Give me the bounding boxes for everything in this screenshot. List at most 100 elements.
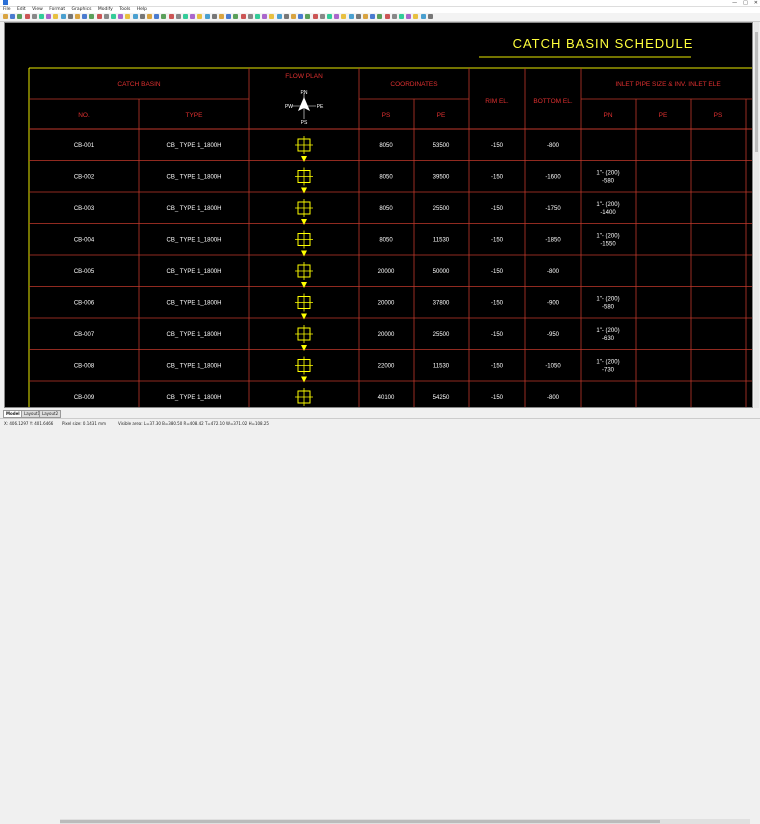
toolbar-tool-icon[interactable]: [24, 14, 30, 19]
cell-pe: 11530: [433, 237, 450, 243]
toolbar-tool-icon[interactable]: [211, 14, 217, 19]
toolbar-tool-icon[interactable]: [247, 14, 253, 19]
toolbar-tool-icon[interactable]: [420, 14, 426, 19]
toolbar-tool-icon[interactable]: [413, 14, 419, 19]
toolbar-tool-icon[interactable]: [190, 14, 196, 19]
toolbar-tool-icon[interactable]: [111, 14, 116, 19]
cell-no: CB-006: [74, 300, 95, 306]
minimize-button[interactable]: —: [732, 0, 737, 6]
toolbar-tool-icon[interactable]: [327, 14, 332, 19]
toolbar-tool-icon[interactable]: [89, 14, 95, 19]
cell-pe: 11530: [433, 363, 450, 369]
cell-pn-inv: -1550: [600, 241, 616, 247]
toolbar-tool-icon[interactable]: [125, 14, 131, 19]
toolbar-tool-icon[interactable]: [17, 14, 23, 19]
cell-no: CB-008: [74, 363, 95, 369]
toolbar-tool-icon[interactable]: [334, 14, 340, 19]
toolbar-tool-icon[interactable]: [312, 14, 318, 19]
toolbar-tool-icon[interactable]: [46, 14, 52, 19]
toolbar-tool-icon[interactable]: [399, 14, 404, 19]
cell-rim-el: -150: [491, 143, 504, 149]
toolbar-tool-icon[interactable]: [39, 14, 44, 19]
cell-no: CB-007: [74, 332, 95, 338]
toolbar-tool-icon[interactable]: [197, 14, 203, 19]
toolbar-tool-icon[interactable]: [183, 14, 188, 19]
toolbar-tool-icon[interactable]: [319, 14, 325, 19]
cell-rim-el: -150: [491, 269, 504, 275]
toolbar-tool-icon[interactable]: [305, 14, 311, 19]
toolbar-tool-icon[interactable]: [132, 14, 138, 19]
toolbar-tool-icon[interactable]: [168, 14, 174, 19]
cell-type: CB_ TYPE 1_1800H: [167, 174, 222, 180]
cell-rim-el: -150: [491, 300, 504, 306]
toolbar-tool-icon[interactable]: [240, 14, 246, 19]
toolbar-tool-icon[interactable]: [377, 14, 383, 19]
toolbar-tool-icon[interactable]: [60, 14, 66, 19]
toolbar-tool-icon[interactable]: [406, 14, 412, 19]
toolbar-tool-icon[interactable]: [219, 14, 224, 19]
cell-pn-size: 1"- (200): [596, 328, 619, 334]
toolbar-tool-icon[interactable]: [384, 14, 390, 19]
maximize-button[interactable]: □: [743, 0, 748, 6]
toolbar-tool-icon[interactable]: [226, 14, 232, 19]
toolbar-tool-icon[interactable]: [276, 14, 282, 19]
toolbar-tool-icon[interactable]: [348, 14, 354, 19]
toolbar-tool-icon[interactable]: [53, 14, 59, 19]
compass-w: PW: [285, 104, 293, 110]
toolbar-tool-icon[interactable]: [269, 14, 275, 19]
scrollbar-thumb[interactable]: [60, 820, 660, 823]
scrollbar-thumb[interactable]: [755, 32, 758, 152]
toolbar-tool-icon[interactable]: [298, 14, 304, 19]
cell-rim-el: -150: [491, 206, 504, 212]
toolbar-tool-icon[interactable]: [10, 14, 16, 19]
toolbar-tool-icon[interactable]: [255, 14, 260, 19]
toolbar-tool-icon[interactable]: [139, 14, 145, 19]
toolbar-tool-icon[interactable]: [291, 14, 296, 19]
cell-pe: 25500: [433, 332, 450, 338]
tab-model[interactable]: Model: [3, 410, 23, 418]
schedule-rows: CB-001 CB_ TYPE 1_1800H 8050 53500 -150 -800 C…: [29, 136, 752, 406]
schedule-title: CATCH BASIN SCHEDULE: [513, 36, 694, 51]
vertical-scrollbar[interactable]: [754, 22, 759, 408]
toolbar-tool-icon[interactable]: [370, 14, 376, 19]
toolbar-tool-icon[interactable]: [262, 14, 268, 19]
toolbar-tool-icon[interactable]: [204, 14, 210, 19]
catch-basin-symbol-icon: [295, 325, 313, 351]
cell-pn-size: 1"- (200): [596, 233, 619, 239]
toolbar-tool-icon[interactable]: [175, 14, 181, 19]
header-rim-el: RIM EL.: [485, 98, 509, 105]
toolbar-tool-icon[interactable]: [161, 14, 167, 19]
toolbar-tool-icon[interactable]: [233, 14, 239, 19]
tab-layout2[interactable]: Layout2: [39, 410, 62, 418]
toolbar-tool-icon[interactable]: [363, 14, 368, 19]
toolbar-tool-icon[interactable]: [96, 14, 102, 19]
cell-ps: 8050: [379, 206, 393, 212]
toolbar-tool-icon[interactable]: [355, 14, 361, 19]
toolbar-tool-icon[interactable]: [283, 14, 289, 19]
toolbar-tool-icon[interactable]: [147, 14, 152, 19]
toolbar-tool-icon[interactable]: [75, 14, 80, 19]
toolbar-tool-icon[interactable]: [103, 14, 109, 19]
cell-ps: 20000: [378, 269, 395, 275]
toolbar-tool-icon[interactable]: [341, 14, 347, 19]
cell-pe: 50000: [433, 269, 450, 275]
catch-basin-symbol-icon: [295, 199, 313, 225]
cell-bottom-el: -800: [547, 395, 560, 401]
toolbar-tool-icon[interactable]: [427, 14, 433, 19]
toolbar-tool-icon[interactable]: [391, 14, 397, 19]
toolbar-tool-icon[interactable]: [118, 14, 124, 19]
cell-rim-el: -150: [491, 395, 504, 401]
catch-basin-symbol-icon: [295, 136, 313, 162]
horizontal-scrollbar[interactable]: [60, 819, 750, 824]
close-button[interactable]: ✕: [754, 0, 758, 6]
header-type: TYPE: [186, 112, 204, 119]
toolbar-tool-icon[interactable]: [31, 14, 37, 19]
drawing-canvas[interactable]: CATCH BASIN SCHEDULE CATCH BASIN FLOW PL…: [4, 22, 753, 408]
cell-ps: 8050: [379, 174, 393, 180]
cell-type: CB_ TYPE 1_1800H: [167, 143, 222, 149]
toolbar-tool-icon[interactable]: [154, 14, 160, 19]
toolbar-tool-icon[interactable]: [67, 14, 73, 19]
toolbar-tool-icon[interactable]: [3, 14, 8, 19]
toolbar-tool-icon[interactable]: [82, 14, 88, 19]
header-pe-inlet: PE: [659, 112, 668, 119]
